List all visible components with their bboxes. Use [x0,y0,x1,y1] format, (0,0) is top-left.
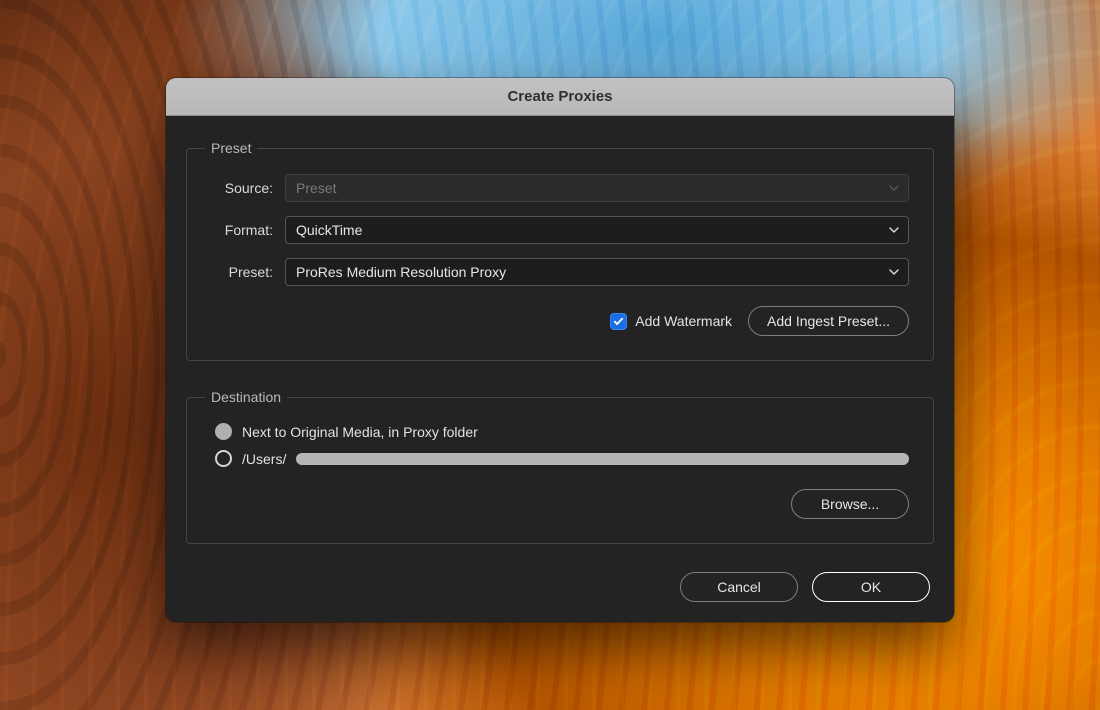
radio-icon [215,450,232,467]
destination-browse-row: Browse... [211,489,909,519]
create-proxies-dialog: Create Proxies Preset Source: Preset For… [166,78,954,622]
destination-group: Destination Next to Original Media, in P… [186,389,934,544]
preset-row: Preset: ProRes Medium Resolution Proxy [211,258,909,286]
dest-option-next-to[interactable]: Next to Original Media, in Proxy folder [211,423,909,440]
ok-button-label: OK [861,579,881,595]
chevron-down-icon [888,182,900,194]
dest-path-field[interactable] [296,453,909,465]
dialog-title: Create Proxies [507,88,612,105]
preset-select-value: ProRes Medium Resolution Proxy [296,264,506,280]
preset-group: Preset Source: Preset Format: QuickTime [186,140,934,361]
source-select-value: Preset [296,180,336,196]
preset-label: Preset: [211,264,285,280]
dest-option-path-prefix: /Users/ [242,451,286,467]
dest-option-path[interactable]: /Users/ [211,450,909,467]
browse-button-label: Browse... [821,496,879,512]
ok-button[interactable]: OK [812,572,930,602]
destination-legend: Destination [205,389,287,405]
cancel-button-label: Cancel [717,579,761,595]
dialog-footer: Cancel OK [186,572,934,602]
preset-select[interactable]: ProRes Medium Resolution Proxy [285,258,909,286]
cancel-button[interactable]: Cancel [680,572,798,602]
preset-actions: Add Watermark Add Ingest Preset... [211,306,909,336]
preset-legend: Preset [205,140,257,156]
chevron-down-icon [888,266,900,278]
dialog-body: Preset Source: Preset Format: QuickTime [166,116,954,622]
radio-icon [215,423,232,440]
dialog-titlebar: Create Proxies [166,78,954,116]
format-row: Format: QuickTime [211,216,909,244]
chevron-down-icon [888,224,900,236]
add-ingest-preset-label: Add Ingest Preset... [767,313,890,329]
add-watermark-label: Add Watermark [635,313,732,329]
add-watermark-checkbox[interactable]: Add Watermark [610,313,732,330]
format-label: Format: [211,222,285,238]
format-select-value: QuickTime [296,222,362,238]
source-row: Source: Preset [211,174,909,202]
format-select[interactable]: QuickTime [285,216,909,244]
add-ingest-preset-button[interactable]: Add Ingest Preset... [748,306,909,336]
source-select[interactable]: Preset [285,174,909,202]
browse-button[interactable]: Browse... [791,489,909,519]
source-label: Source: [211,180,285,196]
dest-option-next-to-label: Next to Original Media, in Proxy folder [242,424,478,440]
checkmark-icon [610,313,627,330]
